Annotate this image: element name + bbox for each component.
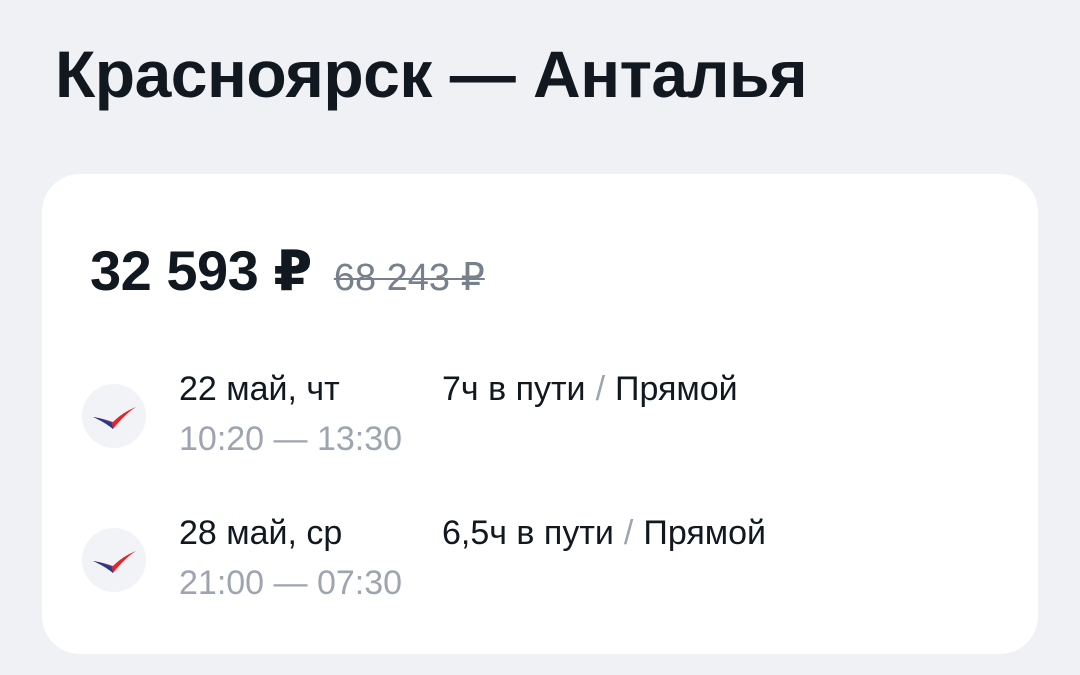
airline-logo-icon <box>82 528 146 592</box>
flight-segment-return: 28 май, ср 21:00 — 07:30 6,5ч в пути / Пря… <box>82 514 982 614</box>
segment-type: Прямой <box>643 514 767 552</box>
price-old: 68 243 ₽ <box>333 257 485 299</box>
flight-segment-outbound: 22 май, чт 10:20 — 13:30 7ч в пути / Прямо… <box>82 370 982 470</box>
route-title: Красноярск — Анталья <box>55 37 808 111</box>
price-row: 32 593 ₽ 68 243 ₽ <box>90 238 485 304</box>
ticket-card[interactable]: 32 593 ₽ 68 243 ₽ 22 май, чт 10:20 — 13:… <box>42 174 1038 654</box>
segment-info: 7ч в пути / Прямой <box>442 370 738 409</box>
airline-logo-icon <box>82 384 146 448</box>
segment-separator: / <box>595 370 606 408</box>
segment-info: 6,5ч в пути / Прямой <box>442 514 766 553</box>
segment-duration: 7ч в пути <box>442 370 586 408</box>
segment-times: 21:00 — 07:30 <box>179 564 403 602</box>
price-current: 32 593 ₽ <box>90 239 312 302</box>
page: Красноярск — Анталья 32 593 ₽ 68 243 ₽ 2… <box>0 0 1080 675</box>
segment-separator: / <box>623 514 634 552</box>
segment-date: 22 май, чт <box>179 370 340 408</box>
segment-duration: 6,5ч в пути <box>442 514 614 552</box>
segment-times: 10:20 — 13:30 <box>179 420 403 458</box>
segment-date: 28 май, ср <box>179 514 343 552</box>
segment-type: Прямой <box>615 370 738 408</box>
